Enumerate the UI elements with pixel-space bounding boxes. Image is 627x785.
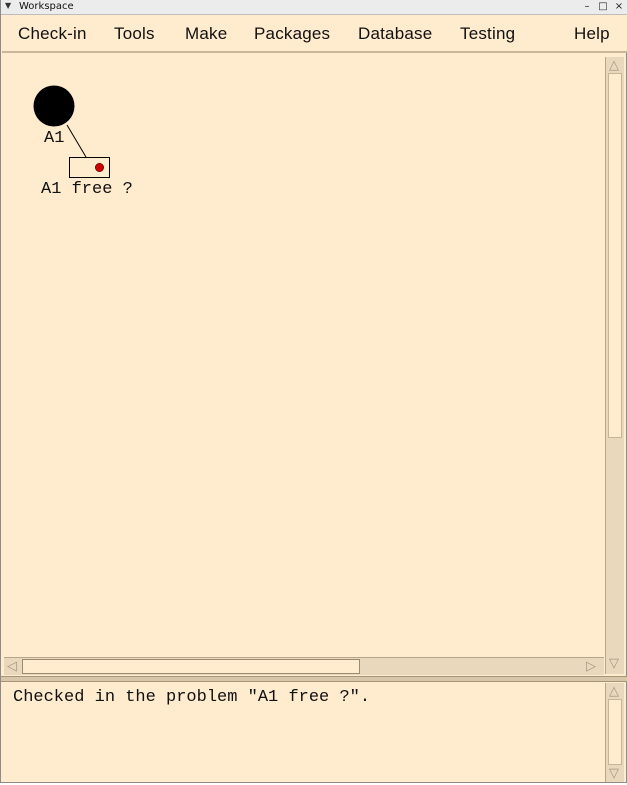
close-button[interactable]: × — [612, 0, 626, 14]
menu-testing[interactable]: Testing — [460, 24, 515, 44]
menu-packages[interactable]: Packages — [254, 24, 330, 44]
menu-make[interactable]: Make — [185, 24, 227, 44]
canvas-vertical-scrollbar[interactable]: △ ▽ — [605, 57, 624, 674]
menu-database[interactable]: Database — [358, 24, 432, 44]
menu-tools[interactable]: Tools — [114, 24, 155, 44]
console-vertical-scrollbar[interactable]: △ ▽ — [605, 683, 624, 782]
maximize-button[interactable]: □ — [596, 0, 610, 14]
canvas-horizontal-scrollbar[interactable]: ◁ ▷ — [4, 657, 604, 675]
menu-check-in[interactable]: Check-in — [18, 24, 87, 44]
window-title: Workspace — [19, 1, 74, 12]
node-a1-label: A1 — [44, 129, 65, 148]
message-console: Checked in the problem "A1 free ?". — [3, 682, 603, 782]
node-a1-circle[interactable] — [33, 85, 75, 127]
console-scroll-up-icon[interactable]: △ — [609, 685, 619, 698]
minimize-button[interactable]: – — [580, 0, 594, 14]
workspace-graph — [33, 85, 110, 178]
menu-bar: Check-in Tools Make Packages Database Te… — [2, 15, 627, 53]
console-message: Checked in the problem "A1 free ?". — [13, 688, 371, 707]
workspace-canvas[interactable]: A1 A1 free ? — [4, 56, 604, 656]
node-problem-connector — [66, 124, 87, 158]
scroll-down-icon[interactable]: ▽ — [609, 657, 619, 670]
workspace-window: ▼ Workspace – □ × Check-in Tools Make Pa… — [0, 0, 627, 783]
console-scroll-down-icon[interactable]: ▽ — [609, 767, 619, 780]
menu-help[interactable]: Help — [574, 24, 610, 44]
scroll-up-icon[interactable]: △ — [609, 59, 619, 72]
scroll-right-icon[interactable]: ▷ — [586, 660, 596, 673]
console-vertical-thumb[interactable] — [608, 699, 622, 765]
canvas-vertical-thumb[interactable] — [608, 73, 622, 438]
title-bar: ▼ Workspace – □ × — [1, 0, 627, 15]
problem-status-dot — [95, 163, 105, 173]
problem-label: A1 free ? — [41, 180, 133, 199]
canvas-horizontal-thumb[interactable] — [22, 659, 360, 674]
window-menu-icon[interactable]: ▼ — [5, 1, 11, 10]
scroll-left-icon[interactable]: ◁ — [7, 660, 17, 673]
